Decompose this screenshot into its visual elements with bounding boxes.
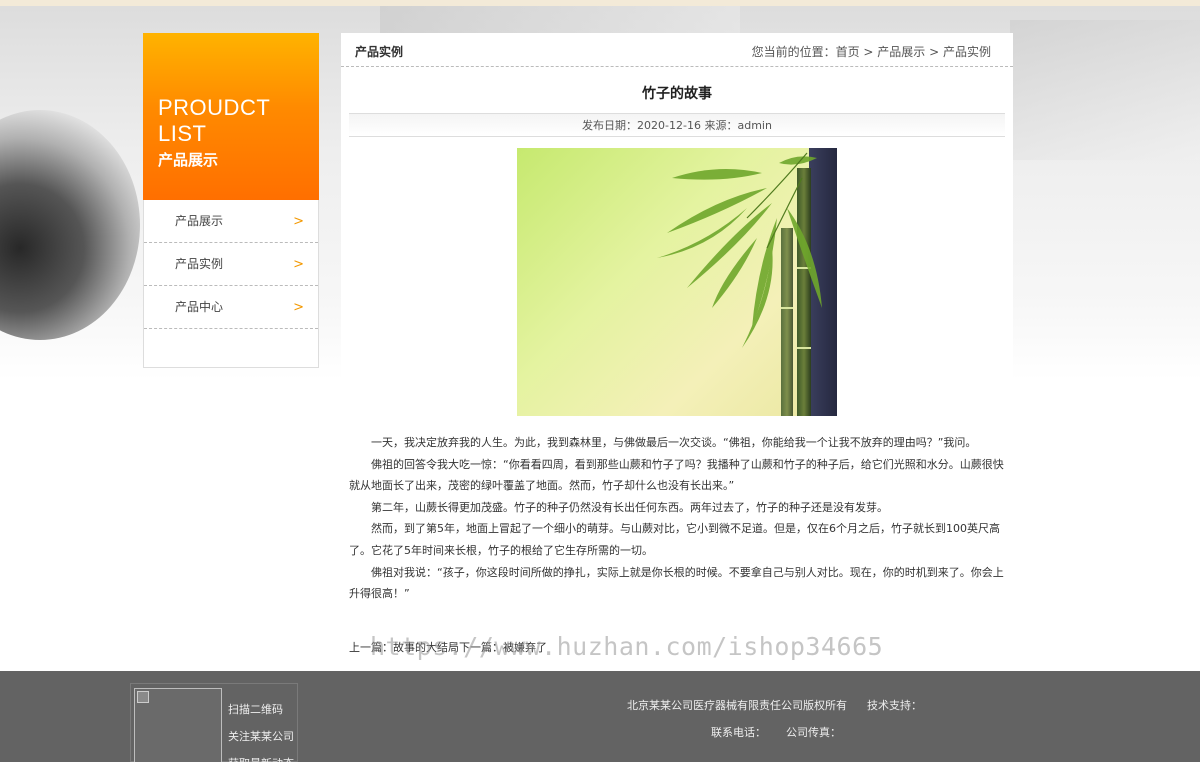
qr-line: 获取最新动态 xyxy=(228,750,294,762)
breadcrumb-separator: > xyxy=(859,45,878,59)
footer-fax: 公司传真： xyxy=(786,726,841,739)
footer-copyright-row: 北京某某公司医疗器械有限责任公司版权所有 技术支持： xyxy=(627,697,922,713)
article-paragraph: 佛祖对我说：“孩子，你这段时间所做的挣扎，实际上就是你长根的时候。不要拿自己与别… xyxy=(349,565,1004,601)
main-header: 产品实例 您当前的位置：首页 > 产品展示 > 产品实例 xyxy=(341,33,1013,67)
article-meta: 发布日期：2020-12-16 来源：admin xyxy=(349,113,1005,137)
main-content: 产品实例 您当前的位置：首页 > 产品展示 > 产品实例 竹子的故事 发布日期：… xyxy=(341,33,1013,671)
footer: 扫描二维码 关注某某公司 获取最新动态 北京某某公司医疗器械有限责任公司版权所有… xyxy=(0,671,1200,762)
section-title: 产品实例 xyxy=(355,45,404,59)
sidebar: PROUDCT LIST 产品展示 产品展示 > 产品实例 > 产品中心 > xyxy=(143,33,319,368)
footer-contact-row: 联系电话： 公司传真： xyxy=(711,724,841,740)
sidebar-item-label: 产品展示 xyxy=(175,214,224,228)
article-paragraph: 佛祖的回答令我大吃一惊：“你看看四周，看到那些山蕨和竹子了吗？我播种了山蕨和竹子… xyxy=(349,457,1004,493)
sidebar-item-product-display[interactable]: 产品展示 > xyxy=(144,200,318,243)
qr-code-image xyxy=(134,688,222,762)
breadcrumb: 您当前的位置：首页 > 产品展示 > 产品实例 xyxy=(752,43,991,60)
qr-box: 扫描二维码 关注某某公司 获取最新动态 xyxy=(130,683,298,762)
sidebar-list: 产品展示 > 产品实例 > 产品中心 > xyxy=(143,200,319,368)
footer-copyright: 北京某某公司医疗器械有限责任公司版权所有 xyxy=(627,699,847,712)
background-paper-roll xyxy=(0,110,140,340)
footer-phone: 联系电话： xyxy=(711,726,766,739)
breadcrumb-level1-link[interactable]: 产品展示 xyxy=(877,45,925,59)
footer-tech-support: 技术支持： xyxy=(867,699,922,712)
chevron-right-icon: > xyxy=(293,300,304,315)
chevron-right-icon: > xyxy=(293,257,304,272)
article-title: 竹子的故事 xyxy=(642,86,712,102)
qr-caption: 扫描二维码 关注某某公司 获取最新动态 xyxy=(228,696,294,762)
background-newspaper-right xyxy=(1010,20,1200,160)
bamboo-illustration xyxy=(657,148,837,416)
sidebar-banner-en: PROUDCT LIST xyxy=(158,95,270,146)
sidebar-banner: PROUDCT LIST 产品展示 xyxy=(143,33,319,200)
qr-line: 关注某某公司 xyxy=(228,730,294,743)
sidebar-item-product-cases[interactable]: 产品实例 > xyxy=(144,243,318,286)
article-paragraph: 第二年，山蕨长得更加茂盛。竹子的种子仍然没有长出任何东西。两年过去了，竹子的种子… xyxy=(371,500,888,514)
article-paragraph: 一天，我决定放弃我的人生。为此，我到森林里，与佛做最后一次交谈。“佛祖，你能给我… xyxy=(371,436,977,449)
breadcrumb-home-link[interactable]: 首页 xyxy=(836,45,860,59)
breadcrumb-level2-link[interactable]: 产品实例 xyxy=(943,45,991,59)
breadcrumb-prefix: 您当前的位置： xyxy=(751,45,836,59)
sidebar-item-label: 产品实例 xyxy=(175,257,224,271)
sidebar-banner-cn: 产品展示 xyxy=(158,151,219,169)
watermark-text: https://www.huzhan.com/ishop34665 xyxy=(370,632,884,661)
sidebar-item-product-center[interactable]: 产品中心 > xyxy=(144,286,318,329)
sidebar-item-label: 产品中心 xyxy=(175,300,224,314)
article-paragraph: 然而，到了第5年，地面上冒起了一个细小的萌芽。与山蕨对比，它小到微不足道。但是，… xyxy=(349,522,1000,557)
article-body: 一天，我决定放弃我的人生。为此，我到森林里，与佛做最后一次交谈。“佛祖，你能给我… xyxy=(341,432,1013,605)
broken-image-icon xyxy=(137,691,149,703)
article-image xyxy=(517,148,837,416)
breadcrumb-separator: > xyxy=(925,45,943,59)
qr-line: 扫描二维码 xyxy=(228,703,283,716)
chevron-right-icon: > xyxy=(293,214,304,229)
